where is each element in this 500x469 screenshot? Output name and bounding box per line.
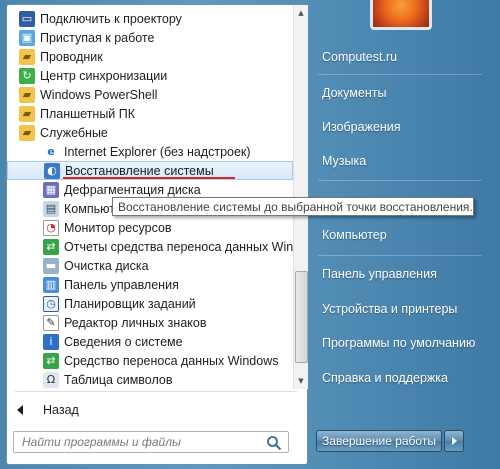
tooltip-text: Восстановление системы до выбранной точк… [118,199,473,214]
user-avatar[interactable] [370,0,432,30]
shutdown-options-button[interactable] [444,430,464,452]
program-item[interactable]: ▰ Проводник [7,47,293,66]
program-label: Редактор личных знаков [64,316,207,331]
program-item[interactable]: e Internet Explorer (без надстроек) [7,142,293,161]
program-item[interactable]: ▰ Служебные [7,123,293,142]
system-info-icon: i [43,334,59,351]
program-item[interactable]: ▰ Планшетный ПК [7,104,293,123]
chevron-right-icon [451,437,457,445]
shutdown-label: Завершение работы [322,434,436,448]
disk-cleanup-icon: ▬ [43,258,59,275]
program-item[interactable]: ↻ Центр синхронизации [7,66,293,85]
folder-icon: ▰ [19,105,35,122]
internet-explorer-icon: e [47,144,55,158]
programs-pane: ▭ Подключить к проектору ▣ Приступая к рабо… [6,4,308,465]
right-item-computer[interactable]: Компьютер [314,222,486,248]
program-item[interactable]: ◷ Планировщик заданий [7,295,293,314]
program-item[interactable]: Ω Таблица символов [7,371,293,389]
program-item[interactable]: i Сведения о системе [7,333,293,352]
program-item[interactable]: ▥ Панель управления [7,276,293,295]
shutdown-button[interactable]: Завершение работы [316,430,442,452]
search-box[interactable] [13,431,289,453]
program-label: Таблица символов [64,373,173,388]
right-divider [318,74,482,75]
explorer-folder-icon: ▰ [19,48,35,65]
program-label: Подключить к проектору [40,11,182,26]
folder-icon: ▰ [19,124,35,141]
resource-monitor-icon: ◔ [43,220,59,237]
program-label: Дефрагментация диска [64,182,201,197]
scroll-up-arrow-icon[interactable]: ▲ [294,7,308,19]
transfer-reports-icon: ⇄ [43,239,59,256]
program-label: Windows PowerShell [40,87,158,102]
char-map-icon: Ω [43,372,59,389]
program-label: Восстановление системы [65,163,214,178]
defrag-icon: ▦ [43,181,59,198]
right-item-default-programs[interactable]: Программы по умолчанию [314,330,486,356]
program-label: Отчеты средства переноса данных Windo [64,240,293,255]
divider [15,391,297,392]
program-label: Планировщик заданий [64,297,196,312]
projector-icon: ▭ [19,10,35,27]
program-item[interactable]: ▰ Windows PowerShell [7,85,293,104]
right-item-help[interactable]: Справка и поддержка [314,365,486,391]
right-item-control-panel[interactable]: Панель управления [314,261,486,287]
right-item-devices[interactable]: Устройства и принтеры [314,296,486,322]
char-editor-icon: ✎ [43,315,59,332]
back-button[interactable]: Назад [17,399,79,421]
program-label: Сведения о системе [64,335,183,350]
program-label: Проводник [40,49,103,64]
scroll-down-arrow-icon[interactable]: ▼ [294,375,308,387]
folder-icon: ▰ [19,86,35,103]
program-label: Панель управления [64,278,179,293]
right-divider [318,180,482,181]
program-label: Монитор ресурсов [64,221,172,236]
right-divider [318,255,482,256]
start-menu: ▭ Подключить к проектору ▣ Приступая к рабо… [0,0,500,469]
program-label: Средство переноса данных Windows [64,354,279,369]
getting-started-icon: ▣ [19,29,35,46]
program-item[interactable]: ⇄ Средство переноса данных Windows [7,352,293,371]
search-input[interactable] [20,434,264,450]
highlight-underline [63,177,235,179]
program-label: Приступая к работе [40,30,155,45]
sync-center-icon: ↻ [19,67,35,84]
system-restore-icon: ◐ [44,162,60,179]
back-arrow-icon [17,405,23,415]
program-item[interactable]: ✎ Редактор личных знаков [7,314,293,333]
computer-icon: ▤ [43,201,59,217]
task-scheduler-icon: ◷ [43,296,59,313]
program-label: Очистка диска [64,259,149,274]
tooltip: Восстановление системы до выбранной точк… [112,197,474,216]
scroll-thumb[interactable] [295,271,308,363]
program-item[interactable]: ▬ Очистка диска [7,257,293,276]
control-panel-icon: ▥ [43,277,59,294]
right-item-user[interactable]: Computest.ru [314,44,486,70]
program-label: Служебные [40,125,108,140]
right-item-music[interactable]: Музыка [314,148,486,174]
program-item[interactable]: ▭ Подключить к проектору [7,9,293,28]
search-icon[interactable] [266,435,282,451]
program-item[interactable]: ◔ Монитор ресурсов [7,219,293,238]
program-label: Центр синхронизации [40,68,168,83]
back-label: Назад [43,403,79,417]
right-item-pictures[interactable]: Изображения [314,114,486,140]
program-label: Планшетный ПК [40,106,136,121]
program-label: Internet Explorer (без надстроек) [64,144,251,159]
easy-transfer-icon: ⇄ [43,353,59,370]
program-item[interactable]: ⇄ Отчеты средства переноса данных Windo [7,238,293,257]
program-item[interactable]: ▣ Приступая к работе [7,28,293,47]
right-item-documents[interactable]: Документы [314,80,486,106]
